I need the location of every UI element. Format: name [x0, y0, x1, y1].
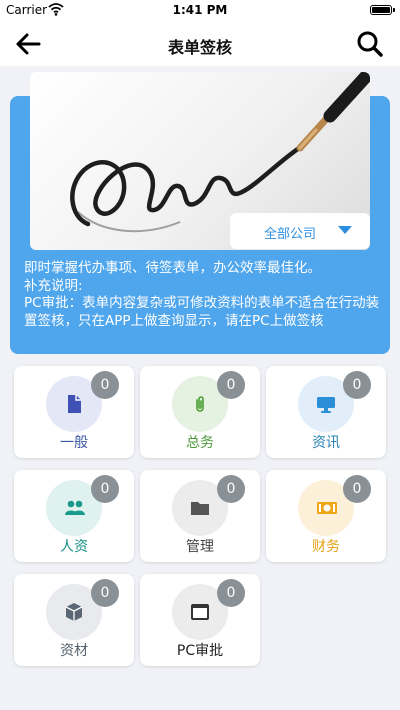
category-tile-management[interactable]: 0 管理	[140, 470, 260, 562]
description-line: 即时掌握代办事项、待签表单，办公效率最佳化。	[24, 260, 321, 276]
category-label: PC审批	[176, 643, 224, 659]
window-icon	[191, 604, 209, 620]
description-line: 补充说明:	[24, 277, 83, 294]
category-tile-pc-approval[interactable]: 0 PC审批	[140, 574, 260, 666]
search-icon[interactable]	[356, 30, 384, 58]
category-label: 人资	[60, 539, 88, 555]
count-badge: 0	[91, 475, 119, 503]
people-icon	[65, 500, 85, 515]
category-tile-finance[interactable]: 0 财务	[266, 470, 386, 562]
folder-icon	[191, 502, 209, 515]
count-badge: 0	[343, 475, 371, 503]
category-label: 资材	[60, 643, 88, 659]
category-label: 一般	[60, 435, 88, 451]
cube-icon	[65, 603, 83, 621]
battery-icon	[370, 5, 395, 15]
document-shape	[68, 395, 81, 413]
category-tile-affairs[interactable]: 0 总务	[140, 366, 260, 458]
count-badge: 0	[217, 475, 245, 503]
category-tile-general[interactable]: 0 一般	[14, 366, 134, 458]
count-badge: 0	[91, 371, 119, 399]
clock: 1:41 PM	[172, 3, 228, 17]
description-text: 即时掌握代办事项、待签表单，办公效率最佳化。 补充说明: PC审批：表单内容复杂…	[24, 260, 380, 330]
page-title: 表单签核	[167, 38, 232, 57]
company-dropdown-label: 全部公司	[264, 227, 317, 242]
category-label: 管理	[186, 539, 214, 555]
status-bar: Carrier 1:41 PM	[0, 0, 400, 22]
monitor-icon	[317, 397, 335, 413]
company-dropdown[interactable]: 全部公司	[230, 213, 370, 249]
description-line: PC审批：表单内容复杂或可修改资料的表单不适合在行动装置签核，只在APP上做查询…	[24, 295, 380, 329]
nav-bar: 表单签核	[0, 22, 400, 66]
count-badge: 0	[217, 579, 245, 607]
category-tile-materials[interactable]: 0 资材	[14, 574, 134, 666]
count-badge: 0	[343, 371, 371, 399]
category-label: 总务	[186, 435, 214, 451]
category-tile-it[interactable]: 0 资讯	[266, 366, 386, 458]
category-label: 财务	[312, 539, 340, 555]
count-badge: 0	[91, 579, 119, 607]
chevron-down-icon	[338, 226, 352, 234]
category-label: 资讯	[312, 435, 340, 451]
money-icon	[317, 502, 337, 514]
paperclip-icon	[196, 396, 204, 412]
document-icon	[68, 395, 81, 413]
count-badge: 0	[217, 371, 245, 399]
category-tile-hr[interactable]: 0 人资	[14, 470, 134, 562]
